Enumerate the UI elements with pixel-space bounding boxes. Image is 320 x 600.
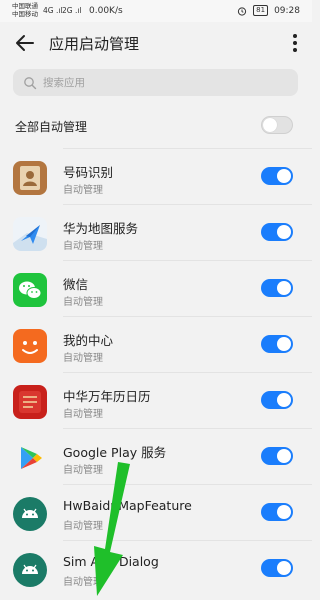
divider xyxy=(63,316,312,317)
list-item[interactable]: HwBaiduMapFeature 自动管理 xyxy=(0,484,312,540)
divider xyxy=(63,372,312,373)
my-center-icon xyxy=(13,329,47,363)
app-bar: 应用启动管理 xyxy=(0,22,312,66)
search-icon xyxy=(24,77,37,90)
app-name: Google Play 服务 xyxy=(63,445,167,460)
toggle-knob xyxy=(277,169,291,183)
list-item[interactable]: 微信 自动管理 xyxy=(0,260,312,316)
google-play-icon xyxy=(13,441,47,475)
signal-2: 2G .ıl xyxy=(62,6,82,15)
search-placeholder: 搜索应用 xyxy=(43,77,85,89)
contacts-icon xyxy=(13,161,47,195)
list-item[interactable]: 我的中心 自动管理 xyxy=(0,316,312,372)
android-icon xyxy=(13,497,47,531)
more-options-icon[interactable] xyxy=(288,31,302,55)
carrier-1: 中国联通 xyxy=(12,2,38,10)
app-name: 华为地图服务 xyxy=(63,221,139,236)
list-item[interactable]: 华为地图服务 自动管理 xyxy=(0,204,312,260)
app-toggle[interactable] xyxy=(261,391,293,409)
app-status: 自动管理 xyxy=(63,241,103,252)
app-toggle[interactable] xyxy=(261,335,293,353)
network-speed: 0.00K/s xyxy=(89,6,123,16)
app-toggle[interactable] xyxy=(261,559,293,577)
toggle-knob xyxy=(277,449,291,463)
list-item[interactable]: Sim App Dialog 自动管理 xyxy=(0,540,312,596)
toggle-knob xyxy=(277,225,291,239)
app-name: 中华万年历日历 xyxy=(63,389,151,404)
android-icon xyxy=(13,553,47,587)
app-toggle[interactable] xyxy=(261,167,293,185)
toggle-knob xyxy=(277,337,291,351)
app-name: 号码识别 xyxy=(63,165,114,180)
annotation-arrow-icon xyxy=(94,462,130,596)
toggle-knob xyxy=(263,118,277,132)
app-name: 我的中心 xyxy=(63,333,114,348)
map-icon xyxy=(13,217,47,251)
app-status: 自动管理 xyxy=(63,409,103,420)
toggle-knob xyxy=(277,561,291,575)
search-input[interactable]: 搜索应用 xyxy=(13,69,298,96)
app-toggle[interactable] xyxy=(261,223,293,241)
list-item[interactable]: 号码识别 自动管理 xyxy=(0,148,312,204)
divider xyxy=(63,148,312,149)
alarm-icon xyxy=(238,6,247,16)
app-name: 微信 xyxy=(63,277,89,292)
back-arrow-icon[interactable] xyxy=(12,30,38,56)
divider xyxy=(63,204,312,205)
manage-all-toggle[interactable] xyxy=(261,116,293,134)
divider xyxy=(63,428,312,429)
wechat-icon xyxy=(13,273,47,307)
toggle-knob xyxy=(277,393,291,407)
app-toggle[interactable] xyxy=(261,279,293,297)
list-item[interactable]: 中华万年历日历 自动管理 xyxy=(0,372,312,428)
carrier-2: 中国移动 xyxy=(12,10,38,18)
manage-all-row: 全部自动管理 xyxy=(0,107,312,143)
list-item[interactable]: Google Play 服务 自动管理 xyxy=(0,428,312,484)
app-status: 自动管理 xyxy=(63,185,103,196)
manage-all-label: 全部自动管理 xyxy=(15,120,88,134)
status-bar: 中国联通 中国移动 4G .ıl 2G .ıl 0.00K/s 81 09:28 xyxy=(0,0,312,22)
toggle-knob xyxy=(277,505,291,519)
toggle-knob xyxy=(277,281,291,295)
carrier-info: 中国联通 中国移动 xyxy=(12,2,38,18)
app-status: 自动管理 xyxy=(63,353,103,364)
divider xyxy=(63,260,312,261)
clock: 09:28 xyxy=(274,5,300,16)
signal-1: 4G .ıl xyxy=(43,6,63,15)
app-toggle[interactable] xyxy=(261,503,293,521)
battery-level: 81 xyxy=(253,5,269,16)
app-toggle[interactable] xyxy=(261,447,293,465)
page-title: 应用启动管理 xyxy=(49,35,140,53)
app-status: 自动管理 xyxy=(63,297,103,308)
calendar-icon xyxy=(13,385,47,419)
status-right: 81 09:28 xyxy=(237,5,300,16)
